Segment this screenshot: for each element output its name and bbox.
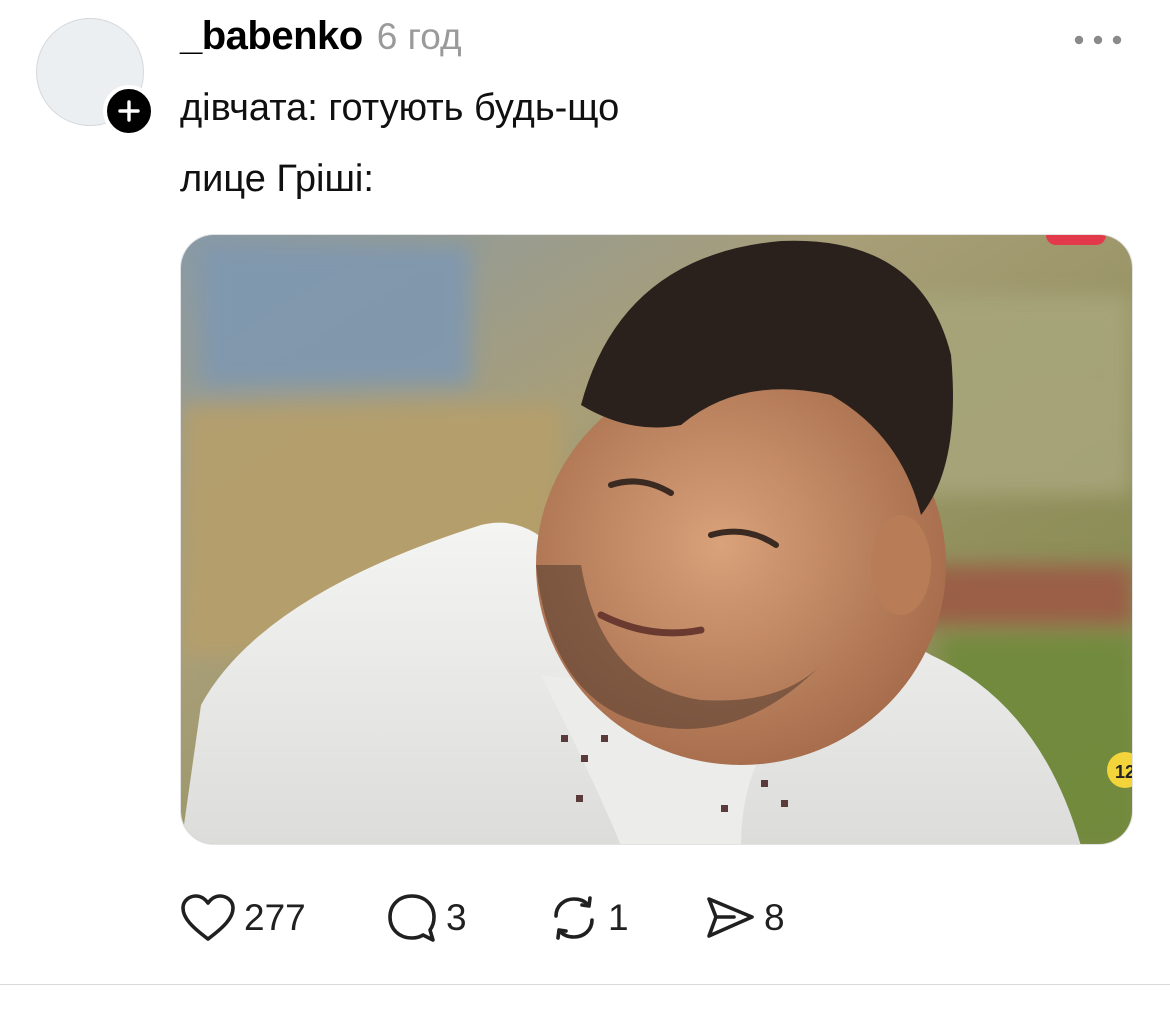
username-link[interactable]: _babenko — [180, 14, 363, 59]
channel-badge: 12 — [1115, 762, 1133, 782]
reply-button[interactable]: 3 — [386, 888, 467, 948]
post-text-line: лице Гріші: — [180, 158, 374, 200]
more-options-button[interactable] — [1068, 22, 1128, 58]
plus-icon — [118, 100, 140, 122]
like-count: 277 — [244, 897, 306, 938]
photo-illustration: 12 — [181, 235, 1133, 844]
post-time: 6 год — [376, 16, 462, 57]
heart-icon — [181, 894, 235, 941]
more-icon — [1074, 35, 1122, 45]
post-text-line: дівчата: готують будь-що — [180, 87, 620, 129]
repost-count: 1 — [608, 897, 629, 938]
post-divider — [0, 984, 1170, 985]
share-button[interactable]: 8 — [704, 888, 785, 948]
share-count: 8 — [764, 897, 785, 938]
send-icon — [707, 897, 754, 938]
comment-icon — [388, 894, 436, 942]
post-header: _babenko 6 год — [180, 14, 462, 59]
post-image[interactable]: 12 — [180, 234, 1133, 845]
thread-post: _babenko 6 год дівчата: готують будь-що … — [0, 0, 1170, 985]
reply-count: 3 — [446, 897, 467, 938]
follow-button[interactable] — [103, 85, 155, 137]
like-button[interactable]: 277 — [180, 888, 306, 948]
repost-icon — [554, 896, 594, 940]
repost-button[interactable]: 1 — [548, 888, 629, 948]
